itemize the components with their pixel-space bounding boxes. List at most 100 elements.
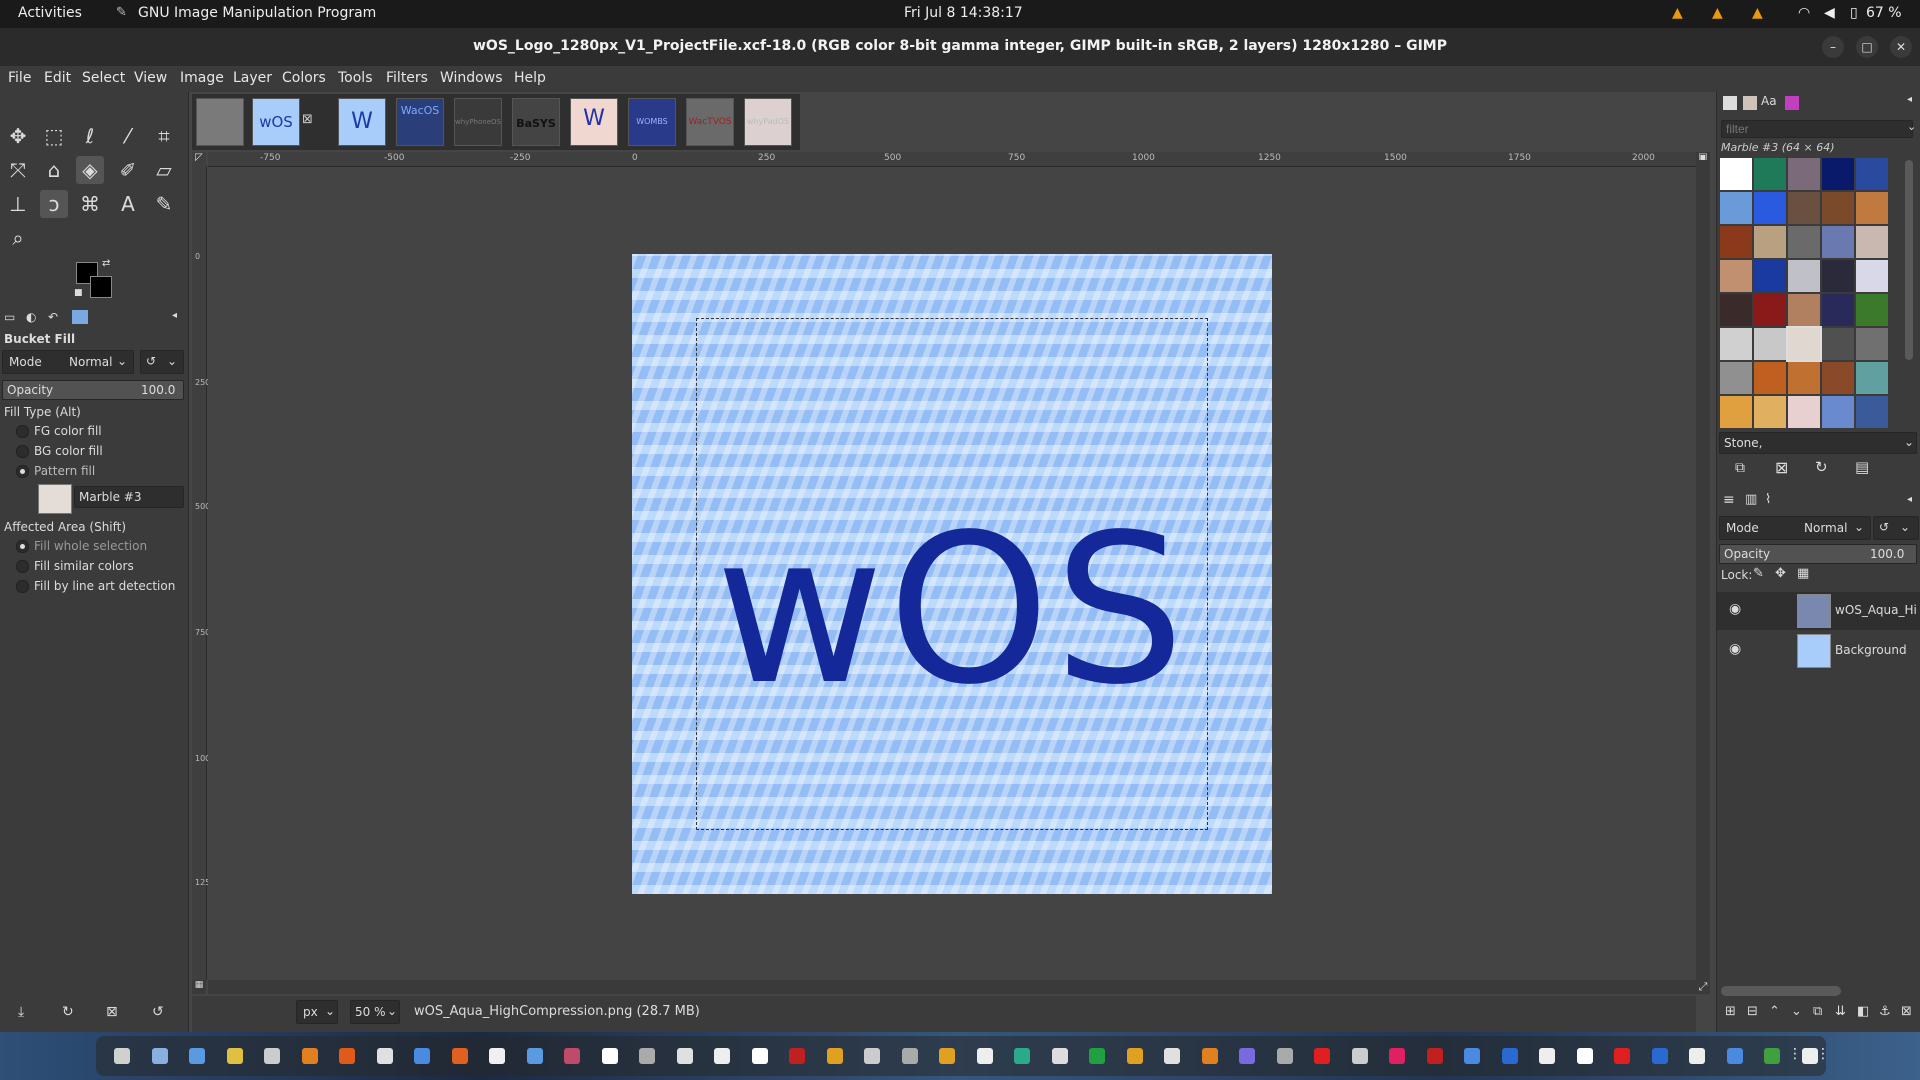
image-tab[interactable]: BaSYS <box>512 98 560 146</box>
layer-mode-select[interactable]: Mode Normal ⌄ <box>1719 516 1871 540</box>
pattern-swatch[interactable] <box>1754 158 1786 190</box>
chevron-down-icon[interactable]: ⌄ <box>1907 120 1916 133</box>
paths-tool-icon[interactable]: ⌘ <box>76 190 104 218</box>
pattern-swatch[interactable] <box>1822 158 1854 190</box>
fill-similar-colors-radio[interactable] <box>16 560 29 573</box>
pattern-swatch[interactable] <box>1754 294 1786 326</box>
channels-tab-icon[interactable]: ▥ <box>1745 492 1757 507</box>
taskbar-app-icon[interactable] <box>901 1048 918 1064</box>
pattern-swatch[interactable] <box>1856 328 1888 360</box>
pattern-fill-radio[interactable] <box>16 465 29 478</box>
pattern-swatch[interactable] <box>1856 226 1888 258</box>
layer-name[interactable]: wOS_Aqua_Hi <box>1835 603 1917 617</box>
taskbar-app-icon[interactable] <box>1464 1048 1480 1064</box>
pattern-swatch[interactable] <box>1720 192 1752 224</box>
pattern-swatch[interactable] <box>1822 226 1854 258</box>
warning-icon[interactable]: ▲ <box>1672 5 1683 21</box>
taskbar-app-icon[interactable] <box>301 1048 318 1064</box>
delete-tool-preset-icon[interactable]: ⊠ <box>106 1004 118 1020</box>
fg-color-fill-radio[interactable] <box>16 425 29 438</box>
pattern-swatch[interactable] <box>1788 158 1820 190</box>
pattern-swatch[interactable] <box>1856 396 1888 428</box>
pattern-swatch[interactable] <box>1754 362 1786 394</box>
horizontal-ruler[interactable]: -750 -500 -250 0 250 500 750 1000 1250 1… <box>208 152 1696 167</box>
pattern-swatch[interactable] <box>1754 328 1786 360</box>
taskbar-app-icon[interactable] <box>1764 1048 1780 1064</box>
show-apps-icon[interactable]: ⋮⋮⋮ <box>1788 1046 1830 1062</box>
zoom-tool-icon[interactable]: ⌕ <box>4 224 32 252</box>
pattern-swatch[interactable] <box>1754 260 1786 292</box>
fill-whole-selection-radio[interactable] <box>16 540 29 553</box>
pattern-swatch[interactable] <box>1856 158 1888 190</box>
taskbar-app-icon[interactable] <box>939 1048 955 1064</box>
taskbar-app-icon[interactable] <box>789 1048 805 1064</box>
anchor-layer-icon[interactable]: ⚓ <box>1879 1004 1891 1019</box>
layers-tab-icon[interactable]: ≡ <box>1723 492 1735 508</box>
layer-mask-icon[interactable]: ◧ <box>1857 1004 1869 1019</box>
horizontal-scrollbar[interactable] <box>208 980 1696 994</box>
image-tab[interactable]: WOMBS <box>628 98 676 146</box>
maximize-button[interactable]: □ <box>1856 36 1878 58</box>
menu-colors[interactable]: Colors <box>282 70 326 86</box>
layer-row[interactable]: ◉ wOS_Aqua_Hi <box>1717 592 1920 630</box>
taskbar-app-icon[interactable] <box>1651 1048 1668 1064</box>
taskbar-app-icon[interactable] <box>864 1048 880 1064</box>
taskbar-app-icon[interactable] <box>264 1048 280 1064</box>
lock-pixels-icon[interactable]: ✎ <box>1753 566 1764 581</box>
pattern-swatch[interactable] <box>1822 396 1854 428</box>
fonts-tab-icon[interactable]: Aa <box>1761 94 1777 108</box>
taskbar-app-icon[interactable] <box>976 1048 993 1064</box>
smudge-tool-icon[interactable]: ↄ <box>40 190 68 218</box>
lock-alpha-icon[interactable]: ▦ <box>1797 566 1809 581</box>
layer-opacity-slider[interactable]: Opacity 100.0 <box>1719 544 1917 564</box>
pattern-swatch[interactable] <box>1720 226 1752 258</box>
taskbar-app-icon[interactable] <box>1276 1048 1293 1064</box>
pattern-swatch-selected[interactable] <box>1786 326 1822 362</box>
layers-hscrollbar[interactable] <box>1721 986 1841 996</box>
patterns-scrollbar[interactable] <box>1905 160 1913 360</box>
pattern-tag-field[interactable]: Stone, ⌄ <box>1719 432 1917 454</box>
navigate-icon[interactable]: ⤢ <box>1696 980 1710 994</box>
raise-layer-icon[interactable]: ⌃ <box>1769 1004 1780 1019</box>
menu-view[interactable]: View <box>134 70 167 86</box>
taskbar-app-icon[interactable] <box>189 1048 205 1064</box>
image-tab[interactable] <box>196 98 244 146</box>
bg-color-fill-label[interactable]: BG color fill <box>34 444 103 458</box>
dock-menu-icon[interactable]: ◂ <box>172 310 177 321</box>
pattern-swatch[interactable] <box>1720 260 1752 292</box>
taskbar-app-icon[interactable] <box>1201 1048 1218 1064</box>
dock-menu-icon[interactable]: ◂ <box>1907 494 1912 505</box>
color-picker-tool-icon[interactable]: ✎ <box>150 190 178 218</box>
taskbar-app-icon[interactable] <box>601 1048 618 1064</box>
pattern-swatch[interactable] <box>1856 260 1888 292</box>
bg-color-swatch[interactable] <box>90 276 112 298</box>
pattern-filter-input[interactable] <box>1721 120 1913 138</box>
pattern-swatch[interactable] <box>1788 226 1820 258</box>
pattern-swatch[interactable] <box>1788 396 1820 428</box>
vertical-ruler[interactable]: 0 250 500 750 1000 1250 <box>192 166 215 980</box>
taskbar-app-icon[interactable] <box>1689 1048 1705 1064</box>
taskbar-app-icon[interactable] <box>1126 1048 1143 1064</box>
menu-edit[interactable]: Edit <box>44 70 71 86</box>
patterns-tab-icon[interactable] <box>1743 96 1757 110</box>
paintbrush-tool-icon[interactable]: ✐ <box>114 156 142 184</box>
image-tab[interactable]: whyPhoneOS <box>454 98 502 146</box>
save-tool-preset-icon[interactable]: ⤓ <box>18 1004 24 1020</box>
volume-icon[interactable]: ◀ <box>1824 5 1835 21</box>
crop-tool-icon[interactable]: ⌗ <box>150 122 178 150</box>
menu-select[interactable]: Select <box>82 70 125 86</box>
taskbar-app-icon[interactable] <box>1426 1048 1443 1064</box>
pattern-swatch[interactable] <box>1822 260 1854 292</box>
pattern-swatch[interactable] <box>1720 362 1752 394</box>
delete-layer-icon[interactable]: ⊠ <box>1901 1004 1912 1019</box>
pattern-swatch[interactable] <box>1720 294 1752 326</box>
brushes-tab-icon[interactable] <box>1723 96 1737 110</box>
pattern-swatch[interactable] <box>1754 226 1786 258</box>
move-tool-icon[interactable]: ✥ <box>4 122 32 150</box>
taskbar-app-icon[interactable] <box>451 1048 468 1064</box>
transform-tool-icon[interactable]: ⤧ <box>4 156 32 184</box>
clock[interactable]: Fri Jul 8 14:38:17 <box>904 5 1023 21</box>
taskbar-app-icon[interactable] <box>1051 1048 1068 1064</box>
clone-tool-icon[interactable]: ⊥ <box>4 190 32 218</box>
pattern-swatch[interactable] <box>1720 396 1752 428</box>
